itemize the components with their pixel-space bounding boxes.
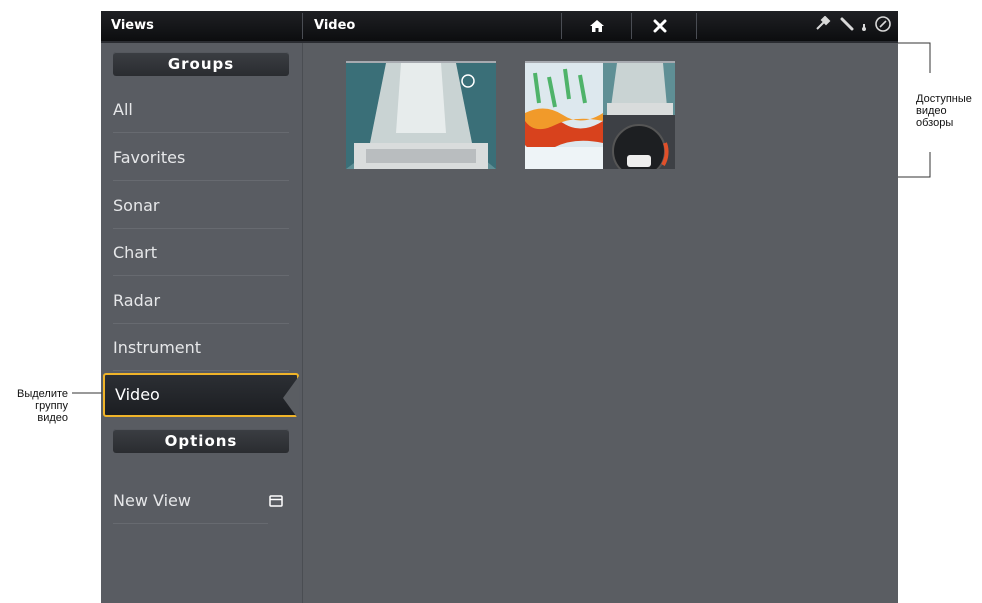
annotation-line: Доступные xyxy=(916,93,972,105)
callout-lines xyxy=(72,42,931,394)
annotation-line: видео xyxy=(37,412,68,424)
select-video-group-annotation: Выделите группу видео xyxy=(8,388,68,424)
annotation-line: Выделите xyxy=(16,388,68,400)
annotation-line: группу xyxy=(35,400,68,412)
available-views-annotation: Доступные видео обзоры xyxy=(916,93,972,129)
annotation-line: обзоры xyxy=(916,117,954,129)
annotation-line: видео xyxy=(916,105,947,117)
